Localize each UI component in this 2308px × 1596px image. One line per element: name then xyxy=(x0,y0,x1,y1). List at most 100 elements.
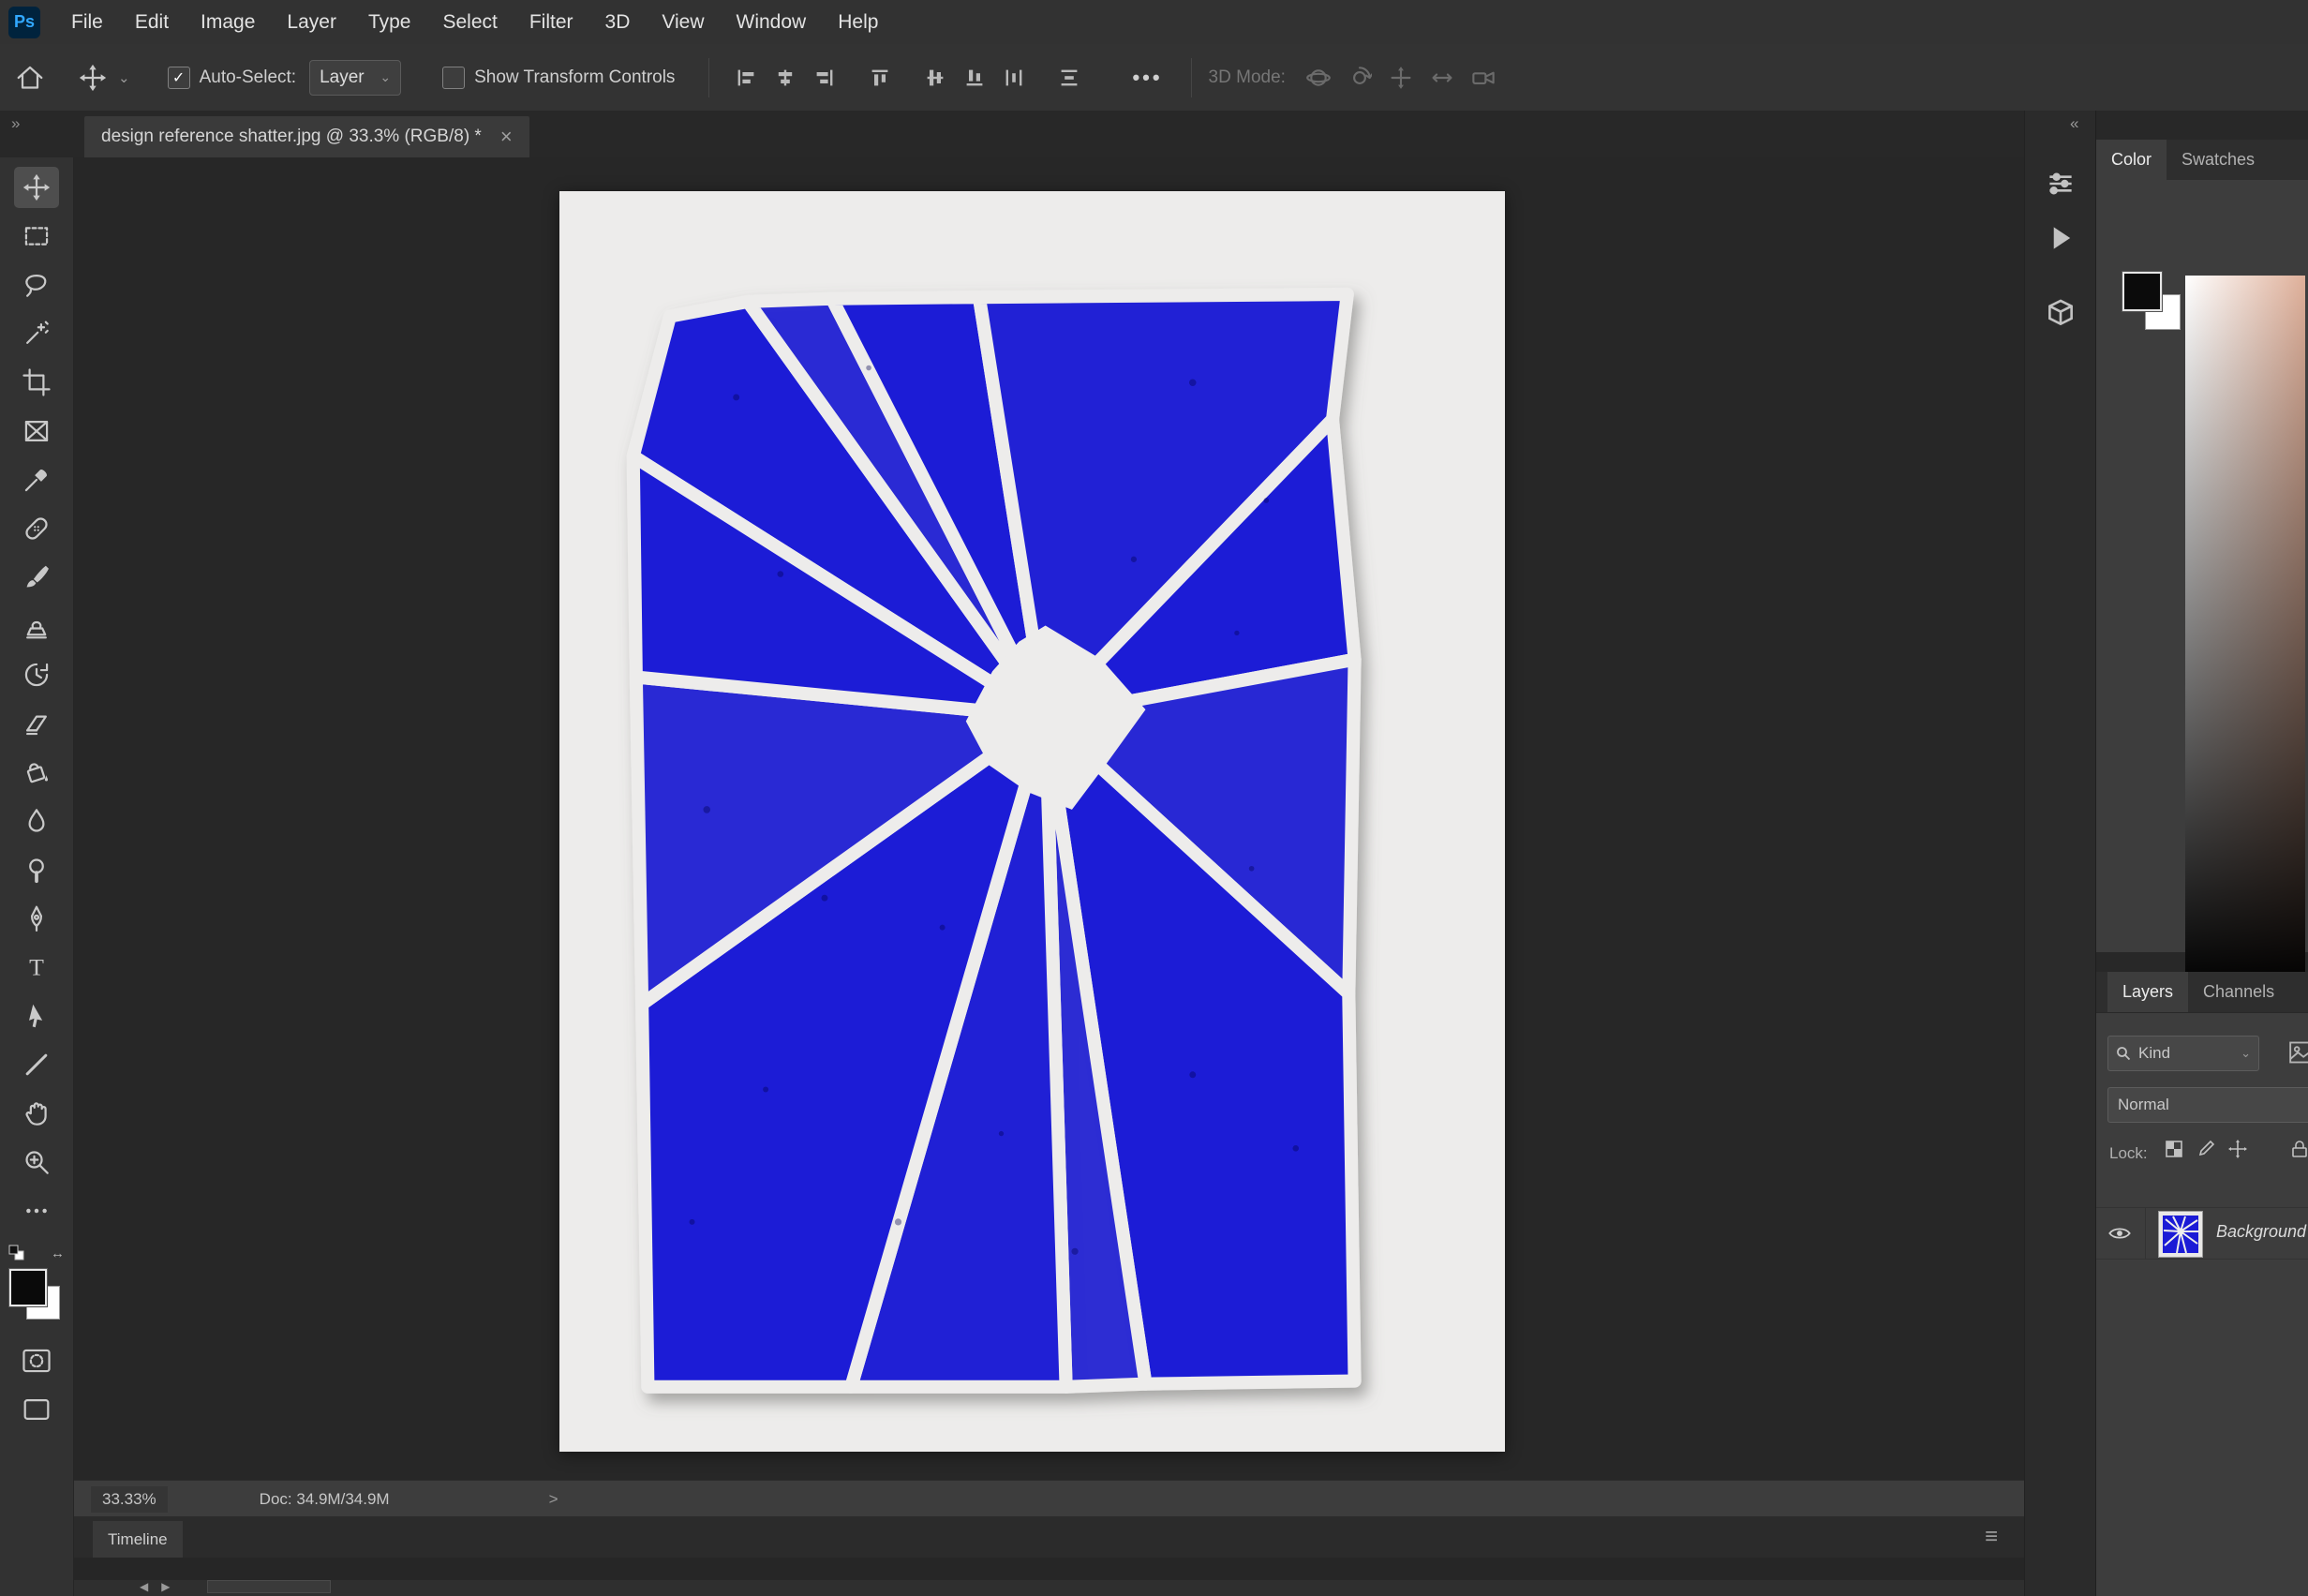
tool-edit-toolbar[interactable] xyxy=(0,1186,74,1235)
menu-view[interactable]: View xyxy=(646,0,720,44)
tab-timeline[interactable]: Timeline xyxy=(93,1521,183,1558)
align-bottom-button[interactable] xyxy=(963,67,986,89)
tool-move[interactable] xyxy=(0,163,74,212)
panel-menu-icon[interactable]: ≡ xyxy=(1985,1524,1998,1550)
tool-hand[interactable] xyxy=(0,1089,74,1138)
foreground-color-swatch[interactable] xyxy=(9,1269,47,1306)
line-icon xyxy=(22,1050,52,1080)
tool-eraser[interactable] xyxy=(0,699,74,748)
tool-crop[interactable] xyxy=(0,358,74,407)
menu-file[interactable]: File xyxy=(55,0,119,44)
tool-spot-healing[interactable] xyxy=(0,504,74,553)
tool-lasso[interactable] xyxy=(0,261,74,309)
tool-line[interactable] xyxy=(0,1040,74,1089)
3d-slide-icon xyxy=(1430,66,1454,90)
show-transform-checkbox[interactable] xyxy=(442,67,465,89)
3d-roll-button[interactable] xyxy=(1348,66,1372,90)
menu-window[interactable]: Window xyxy=(721,0,823,44)
foreground-color-well[interactable] xyxy=(2122,272,2162,311)
close-icon[interactable]: × xyxy=(500,127,513,146)
tool-preset-chevron-icon[interactable]: ⌄ xyxy=(118,69,130,86)
align-center-h-button[interactable] xyxy=(774,67,797,89)
lock-pixels-icon[interactable] xyxy=(2196,1139,2216,1159)
more-align-options-button[interactable]: ••• xyxy=(1132,66,1162,90)
align-left-button[interactable] xyxy=(735,67,757,89)
lock-transparency-icon[interactable] xyxy=(2164,1139,2184,1159)
auto-select-target-dropdown[interactable]: Layer ⌄ xyxy=(309,60,401,96)
menu-3d[interactable]: 3D xyxy=(589,0,647,44)
toolbar-expand-icon[interactable]: » xyxy=(11,114,18,133)
timeline-prev-icon[interactable]: ◀ xyxy=(140,1580,148,1593)
actions-panel-icon[interactable] xyxy=(2046,223,2076,253)
3d-camera-button[interactable] xyxy=(1471,66,1496,90)
tool-rectangular-marquee[interactable] xyxy=(0,212,74,261)
tool-clone-stamp[interactable] xyxy=(0,602,74,650)
tool-pen[interactable] xyxy=(0,894,74,943)
document-canvas[interactable] xyxy=(74,157,2024,1480)
screen-mode-button[interactable] xyxy=(0,1385,74,1434)
menu-edit[interactable]: Edit xyxy=(119,0,185,44)
align-middle-button[interactable] xyxy=(924,67,946,89)
frame-icon xyxy=(22,416,52,446)
tool-history-brush[interactable] xyxy=(0,650,74,699)
align-top-button[interactable] xyxy=(869,67,891,89)
history-brush-icon xyxy=(22,660,52,690)
document-tab-title: design reference shatter.jpg @ 33.3% (RG… xyxy=(101,127,482,147)
layer-filter-dropdown[interactable]: Kind ⌄ xyxy=(2107,1036,2259,1071)
menu-filter[interactable]: Filter xyxy=(514,0,589,44)
zoom-level-field[interactable]: 33.33% xyxy=(91,1486,168,1513)
menu-image[interactable]: Image xyxy=(185,0,271,44)
tool-eyedropper[interactable] xyxy=(0,455,74,504)
blur-drop-icon xyxy=(22,806,52,836)
panel-dock-strip: « xyxy=(2024,111,2096,1596)
tab-swatches[interactable]: Swatches xyxy=(2167,140,2270,180)
filter-by-pixel-icon[interactable] xyxy=(2289,1041,2308,1064)
tool-dodge[interactable] xyxy=(0,845,74,894)
brush-settings-panel-icon[interactable] xyxy=(2046,169,2076,199)
menu-help[interactable]: Help xyxy=(822,0,894,44)
menu-layer[interactable]: Layer xyxy=(271,0,352,44)
tool-object-selection[interactable] xyxy=(0,309,74,358)
menu-select[interactable]: Select xyxy=(426,0,513,44)
tool-type[interactable]: T xyxy=(0,943,74,992)
distribute-v-button[interactable] xyxy=(1058,67,1080,89)
tool-blur[interactable] xyxy=(0,797,74,845)
color-picker-gradient[interactable] xyxy=(2185,276,2305,990)
tool-paint-bucket[interactable] xyxy=(0,748,74,797)
3d-panel-icon[interactable] xyxy=(2046,298,2076,328)
menu-type[interactable]: Type xyxy=(352,0,427,44)
3d-pan-button[interactable] xyxy=(1389,66,1413,90)
timeline-play-icon[interactable]: ▶ xyxy=(161,1580,170,1593)
tool-path-selection[interactable] xyxy=(0,992,74,1040)
collapse-panels-icon[interactable]: « xyxy=(2070,114,2077,133)
3d-slide-button[interactable] xyxy=(1430,66,1454,90)
distribute-h-button[interactable] xyxy=(1003,67,1025,89)
timeline-options-dropdown[interactable] xyxy=(207,1580,331,1593)
document-tab[interactable]: design reference shatter.jpg @ 33.3% (RG… xyxy=(84,116,529,157)
tab-layers[interactable]: Layers xyxy=(2107,972,2188,1012)
layer-row-background[interactable]: Background xyxy=(2096,1207,2308,1260)
lock-all-icon[interactable] xyxy=(2289,1139,2308,1159)
swap-colors-icon[interactable]: ↔ xyxy=(51,1245,65,1261)
align-right-button[interactable] xyxy=(813,67,836,89)
quick-mask-button[interactable] xyxy=(0,1336,74,1385)
default-colors-icon[interactable] xyxy=(8,1245,25,1261)
3d-orbit-button[interactable] xyxy=(1306,66,1331,90)
eyedropper-icon xyxy=(22,465,52,495)
tab-color[interactable]: Color xyxy=(2096,140,2167,180)
3d-orbit-icon xyxy=(1306,66,1331,90)
tool-zoom[interactable] xyxy=(0,1138,74,1186)
tab-channels[interactable]: Channels xyxy=(2188,972,2289,1012)
layer-thumbnail[interactable] xyxy=(2158,1211,2203,1258)
tool-brush[interactable] xyxy=(0,553,74,602)
layer-visibility-eye-icon[interactable] xyxy=(2107,1225,2132,1242)
auto-select-checkbox[interactable]: ✓ xyxy=(168,67,190,89)
move-tool-preset[interactable] xyxy=(78,63,108,93)
tool-frame[interactable] xyxy=(0,407,74,455)
menu-bar: Ps File Edit Image Layer Type Select Fil… xyxy=(0,0,2308,44)
lock-position-icon[interactable] xyxy=(2227,1139,2248,1159)
status-expand-icon[interactable]: > xyxy=(549,1490,558,1509)
search-icon xyxy=(2116,1046,2131,1061)
blend-mode-dropdown[interactable]: Normal xyxy=(2107,1087,2308,1123)
home-button[interactable] xyxy=(15,63,45,93)
